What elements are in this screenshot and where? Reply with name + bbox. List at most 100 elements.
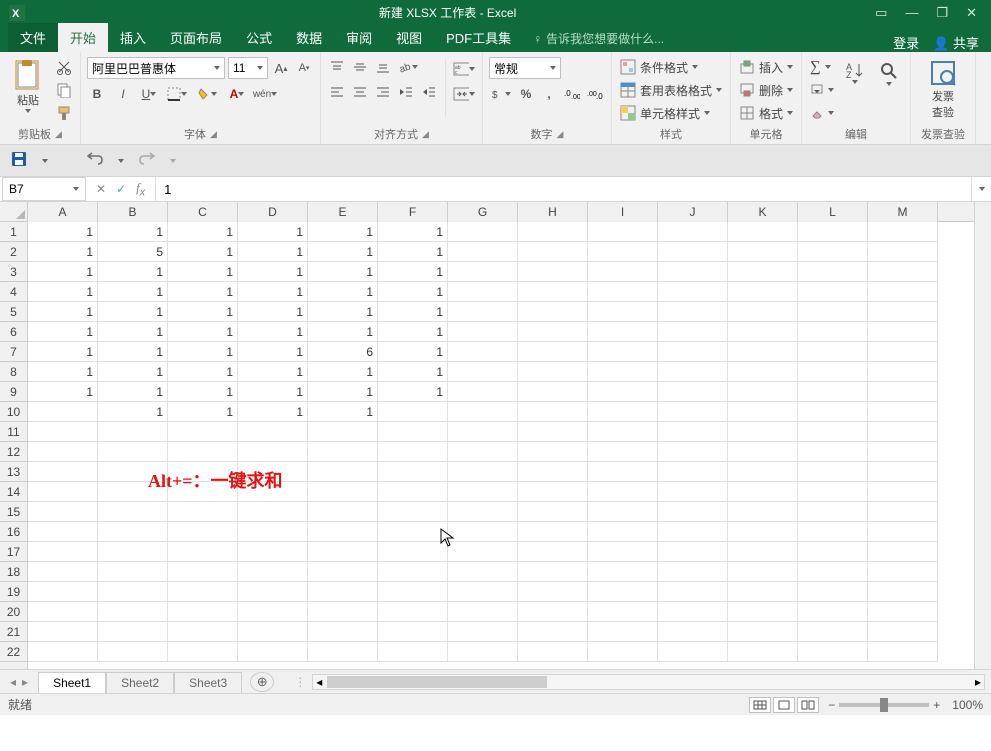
cell[interactable] — [168, 642, 238, 662]
cell[interactable]: 1 — [378, 222, 448, 242]
row-header[interactable]: 8 — [0, 362, 27, 382]
cell[interactable]: 1 — [308, 302, 378, 322]
cell[interactable] — [868, 342, 938, 362]
cell[interactable] — [868, 262, 938, 282]
name-box[interactable]: B7 — [2, 177, 86, 201]
cell[interactable]: 1 — [98, 342, 168, 362]
cell[interactable] — [518, 322, 588, 342]
sheet-tab-3[interactable]: Sheet3 — [174, 672, 242, 693]
column-header[interactable]: L — [798, 202, 868, 222]
zoom-out-button[interactable]: − — [828, 698, 835, 712]
cell[interactable] — [798, 582, 868, 602]
select-all-corner[interactable] — [0, 202, 28, 222]
row-header[interactable]: 14 — [0, 482, 27, 502]
cell[interactable] — [868, 462, 938, 482]
cell[interactable] — [658, 242, 728, 262]
cell[interactable] — [518, 422, 588, 442]
cell[interactable] — [448, 442, 518, 462]
save-button[interactable] — [10, 150, 28, 171]
cell[interactable] — [588, 602, 658, 622]
cell[interactable] — [798, 642, 868, 662]
cell[interactable] — [798, 342, 868, 362]
cell[interactable] — [28, 482, 98, 502]
cell[interactable]: 1 — [28, 382, 98, 402]
cell[interactable] — [868, 482, 938, 502]
row-header[interactable]: 17 — [0, 542, 27, 562]
cell[interactable] — [868, 442, 938, 462]
cell[interactable] — [28, 462, 98, 482]
cell[interactable] — [588, 622, 658, 642]
cell[interactable] — [448, 462, 518, 482]
cell[interactable] — [238, 602, 308, 622]
cell[interactable] — [518, 582, 588, 602]
cell[interactable] — [728, 462, 798, 482]
cell[interactable] — [658, 642, 728, 662]
cell[interactable] — [728, 522, 798, 542]
clear-button[interactable] — [808, 103, 836, 123]
cell[interactable] — [238, 422, 308, 442]
cell[interactable] — [518, 522, 588, 542]
cell[interactable] — [308, 442, 378, 462]
cell[interactable]: 1 — [238, 362, 308, 382]
cell[interactable] — [728, 582, 798, 602]
align-launcher[interactable]: ◢ — [422, 129, 429, 140]
cell[interactable] — [238, 442, 308, 462]
row-header[interactable]: 6 — [0, 322, 27, 342]
cell[interactable] — [868, 222, 938, 242]
tab-data[interactable]: 数据 — [284, 23, 334, 52]
cell[interactable] — [588, 402, 658, 422]
cell[interactable]: 1 — [378, 362, 448, 382]
cell[interactable] — [588, 642, 658, 662]
cell[interactable] — [238, 562, 308, 582]
cell[interactable] — [98, 422, 168, 442]
zoom-level[interactable]: 100% — [952, 698, 983, 712]
worksheet-grid[interactable]: ABCDEFGHIJKLM 12345678910111213141516171… — [0, 202, 991, 669]
zoom-in-button[interactable]: + — [933, 698, 940, 712]
cell[interactable] — [588, 262, 658, 282]
cell[interactable]: 1 — [168, 242, 238, 262]
cell[interactable]: 1 — [28, 262, 98, 282]
cell[interactable] — [798, 422, 868, 442]
cell[interactable] — [238, 542, 308, 562]
cell[interactable] — [378, 482, 448, 502]
cell[interactable] — [448, 302, 518, 322]
cell[interactable]: 1 — [28, 242, 98, 262]
cell[interactable] — [868, 422, 938, 442]
cell[interactable]: 1 — [168, 302, 238, 322]
tab-review[interactable]: 审阅 — [334, 23, 384, 52]
new-sheet-button[interactable]: ⊕ — [250, 672, 274, 692]
cell[interactable] — [238, 642, 308, 662]
cell[interactable] — [588, 362, 658, 382]
row-header[interactable]: 13 — [0, 462, 27, 482]
vertical-scrollbar[interactable] — [974, 202, 991, 669]
cell[interactable] — [28, 442, 98, 462]
cell[interactable] — [518, 242, 588, 262]
cell[interactable] — [98, 562, 168, 582]
cell[interactable] — [588, 442, 658, 462]
number-launcher[interactable]: ◢ — [557, 129, 564, 140]
invoice-check-button[interactable]: 发票 查验 — [917, 55, 969, 120]
cell[interactable]: 1 — [238, 382, 308, 402]
expand-formula-bar-button[interactable] — [971, 177, 991, 201]
cell[interactable] — [378, 562, 448, 582]
cell[interactable] — [728, 562, 798, 582]
cell[interactable] — [308, 642, 378, 662]
merge-button[interactable] — [452, 84, 476, 104]
cell[interactable] — [518, 442, 588, 462]
cell[interactable] — [658, 322, 728, 342]
tab-home[interactable]: 开始 — [58, 23, 108, 52]
cell[interactable]: 1 — [168, 402, 238, 422]
increase-decimal-button[interactable]: .0.00 — [562, 84, 582, 104]
cell[interactable]: 1 — [238, 282, 308, 302]
cell[interactable]: 5 — [98, 242, 168, 262]
cell[interactable] — [518, 502, 588, 522]
horizontal-scrollbar[interactable]: ◂ ▸ — [312, 674, 985, 690]
cell[interactable] — [168, 522, 238, 542]
cell[interactable] — [798, 442, 868, 462]
cell[interactable] — [98, 602, 168, 622]
cell[interactable]: 1 — [98, 322, 168, 342]
cell[interactable]: 1 — [378, 342, 448, 362]
cell[interactable] — [448, 482, 518, 502]
cell[interactable] — [588, 562, 658, 582]
tab-view[interactable]: 视图 — [384, 23, 434, 52]
